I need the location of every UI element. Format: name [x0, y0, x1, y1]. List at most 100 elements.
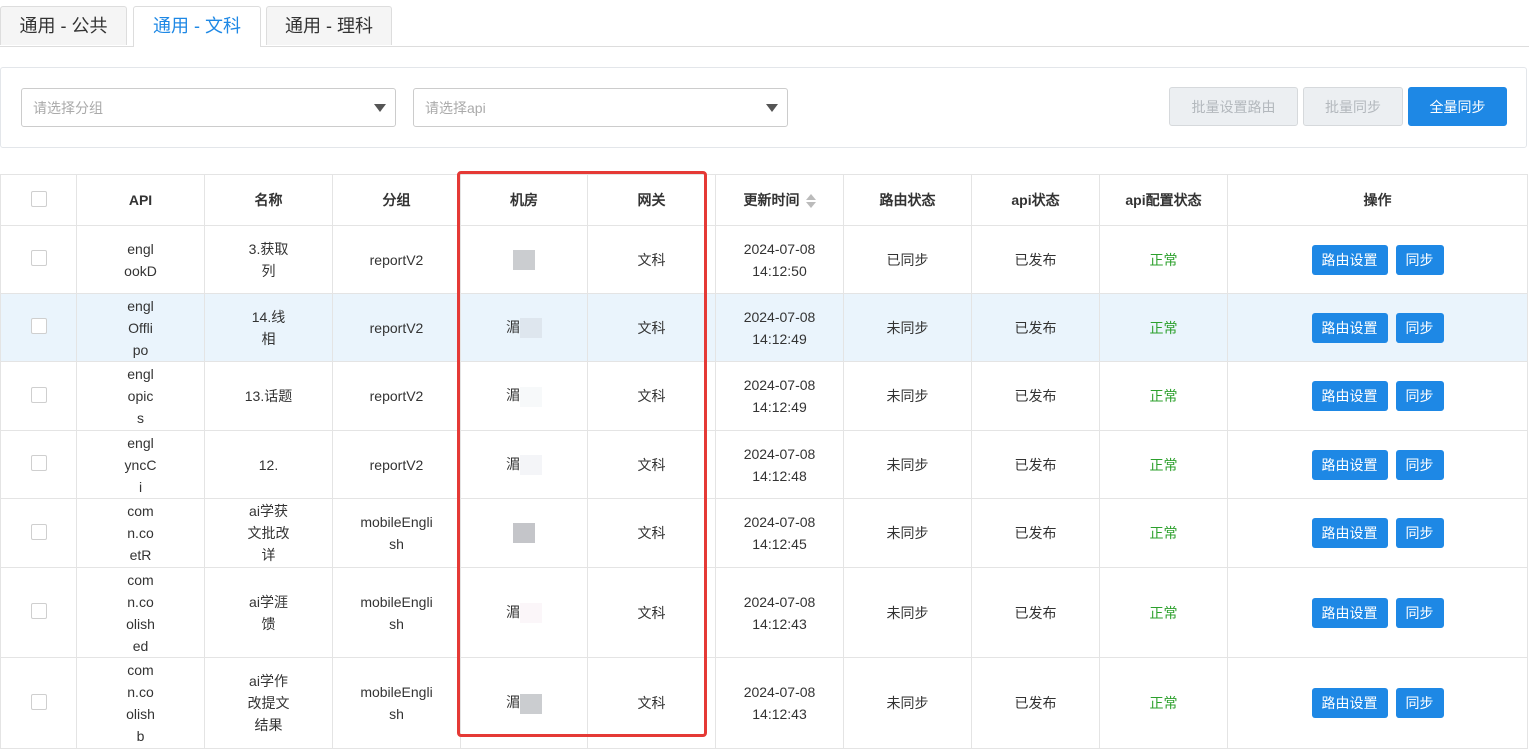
config-status-cell: 正常 — [1099, 498, 1228, 568]
table-row: engl Offli po 14.线相 reportV2 湄 文科 2024-07-08 14:… — [0, 293, 1528, 362]
route-status-cell: 未同步 — [843, 293, 972, 362]
api-table: API 名称 分组 机房 网关 更新时间 路由状态 api状态 api配置状态 … — [0, 174, 1528, 749]
route-setting-button[interactable]: 路由设置 — [1311, 244, 1388, 275]
updated-time: 14:12:43 — [752, 615, 807, 632]
batch-route-button[interactable]: 批量设置路由 — [1169, 87, 1298, 126]
group-text: reportV2 — [369, 456, 424, 473]
row-checkbox[interactable] — [30, 455, 47, 471]
group-cell: mobileEngli sh — [332, 657, 461, 749]
header-updated[interactable]: 更新时间 — [715, 174, 844, 226]
updated-date: 2024-07-08 — [743, 445, 816, 462]
row-select-cell — [0, 498, 77, 568]
api-cell: engl yncC i — [76, 430, 205, 499]
sync-button[interactable]: 同步 — [1395, 688, 1444, 718]
gateway-cell: 文科 — [587, 430, 716, 499]
config-status-text: 正常 — [1149, 695, 1178, 711]
row-checkbox[interactable] — [30, 250, 47, 266]
header-api-status: api状态 — [971, 174, 1100, 226]
sync-button[interactable]: 同步 — [1395, 518, 1444, 548]
api-text: i — [138, 478, 143, 495]
route-setting-button[interactable]: 路由设置 — [1311, 597, 1388, 628]
group-text: sh — [389, 706, 404, 722]
api-text: Offli — [128, 319, 153, 336]
updated-time: 14:12:48 — [752, 467, 807, 484]
sync-button[interactable]: 同步 — [1395, 449, 1444, 480]
header-name: 名称 — [204, 174, 333, 226]
route-setting-button[interactable]: 路由设置 — [1311, 381, 1388, 411]
api-status-text: 已发布 — [1014, 319, 1057, 336]
header-updated-label: 更新时间 — [743, 192, 800, 208]
config-status-text: 正常 — [1149, 388, 1178, 404]
api-text: etR — [129, 547, 152, 563]
updated-date: 2024-07-08 — [743, 514, 816, 530]
gateway-cell: 文科 — [587, 567, 716, 658]
updated-cell: 2024-07-08 14:12:49 — [715, 293, 844, 362]
group-text: sh — [389, 536, 404, 552]
select-all-cell — [0, 174, 77, 226]
sync-button[interactable]: 同步 — [1395, 312, 1444, 343]
api-text: engl — [127, 240, 154, 257]
name-cell: ai学获 文批改详 — [204, 498, 333, 568]
api-text: ookD — [124, 262, 157, 279]
group-select[interactable]: 请选择分组 — [21, 88, 396, 127]
chevron-down-icon — [374, 104, 386, 112]
route-setting-button[interactable]: 路由设置 — [1311, 518, 1388, 548]
row-checkbox[interactable] — [30, 693, 47, 710]
header-group: 分组 — [332, 174, 461, 226]
redacted-block — [513, 523, 535, 543]
batch-sync-button[interactable]: 批量同步 — [1303, 87, 1403, 126]
row-checkbox[interactable] — [30, 386, 47, 403]
ops-cell: 路由设置 同步 — [1227, 567, 1528, 658]
sync-button[interactable]: 同步 — [1395, 597, 1444, 628]
route-setting-button[interactable]: 路由设置 — [1311, 449, 1388, 480]
name-text: ai学涯 — [249, 593, 288, 610]
config-status-cell: 正常 — [1099, 293, 1228, 362]
gateway-text: 文科 — [637, 525, 666, 541]
sort-icon[interactable] — [805, 194, 816, 209]
tab-general-science[interactable]: 通用 - 理科 — [266, 6, 392, 45]
row-checkbox[interactable] — [30, 523, 47, 540]
full-sync-button[interactable]: 全量同步 — [1408, 87, 1507, 126]
tab-general-liberal-arts[interactable]: 通用 - 文科 — [133, 6, 261, 47]
group-text: sh — [389, 615, 404, 632]
row-checkbox[interactable] — [30, 603, 47, 619]
api-text: n.co — [127, 593, 154, 610]
name-cell: ai学涯馈 — [204, 567, 333, 658]
row-checkbox[interactable] — [30, 318, 47, 334]
route-setting-button[interactable]: 路由设置 — [1311, 312, 1388, 343]
tab-general-public[interactable]: 通用 - 公共 — [0, 6, 127, 45]
name-cell: 12. — [204, 430, 333, 499]
name-cell: ai学作 改提文 结果 — [204, 657, 333, 749]
name-text: ai学获 — [249, 503, 288, 519]
api-text: b — [136, 728, 145, 744]
table-row: engl ookD 3.获取列 reportV2 文科 2024-07-08 14:12:5… — [0, 225, 1528, 294]
name-text: 馈 — [261, 615, 276, 632]
api-status-text: 已发布 — [1014, 456, 1057, 473]
route-status-text: 未同步 — [886, 695, 929, 711]
row-select-cell — [0, 225, 77, 294]
api-status-cell: 已发布 — [971, 293, 1100, 362]
room-text: 湄 — [506, 603, 520, 620]
route-status-cell: 未同步 — [843, 498, 972, 568]
name-cell: 13.话题 — [204, 361, 333, 431]
api-cell: engl ookD — [76, 225, 205, 294]
api-text: com — [127, 662, 154, 678]
sync-button[interactable]: 同步 — [1395, 244, 1444, 275]
api-text: olish — [126, 615, 155, 632]
route-status-text: 未同步 — [886, 604, 929, 621]
updated-time: 14:12:49 — [752, 330, 807, 347]
header-api: API — [76, 174, 205, 226]
ops-cell: 路由设置 同步 — [1227, 657, 1528, 749]
select-all-checkbox[interactable] — [30, 190, 47, 207]
api-status-cell: 已发布 — [971, 430, 1100, 499]
gateway-text: 文科 — [637, 604, 666, 621]
updated-cell: 2024-07-08 14:12:48 — [715, 430, 844, 499]
route-status-cell: 已同步 — [843, 225, 972, 294]
api-cell: engl opic s — [76, 361, 205, 431]
row-select-cell — [0, 293, 77, 362]
redacted-block — [520, 318, 542, 339]
sync-button[interactable]: 同步 — [1395, 381, 1444, 411]
route-setting-button[interactable]: 路由设置 — [1311, 688, 1388, 718]
api-select[interactable]: 请选择api — [413, 88, 788, 127]
updated-time: 14:12:49 — [752, 399, 807, 415]
